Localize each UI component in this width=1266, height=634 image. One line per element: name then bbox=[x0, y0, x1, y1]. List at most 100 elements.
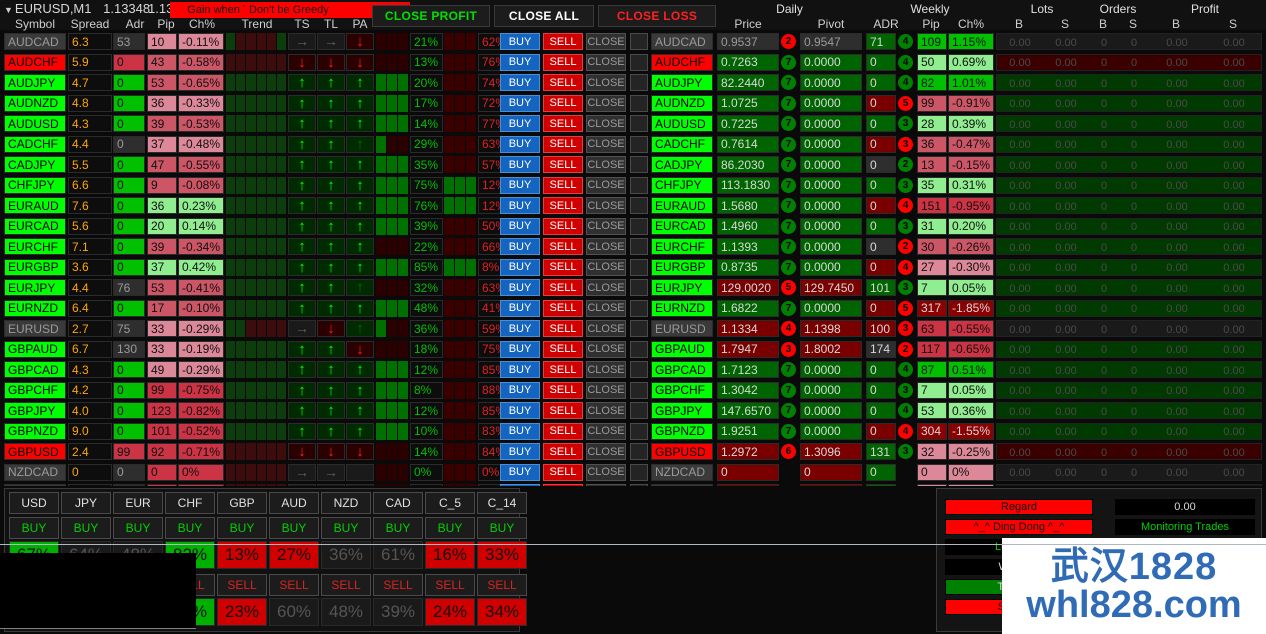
close-button[interactable]: CLOSE bbox=[586, 258, 626, 276]
symbol-cell[interactable]: EURCAD bbox=[4, 217, 66, 235]
currency-sell-button[interactable]: SELL bbox=[217, 574, 267, 596]
buy-button[interactable]: BUY bbox=[500, 422, 540, 440]
currency-button-gbp[interactable]: GBP bbox=[217, 492, 267, 514]
sell-button[interactable]: SELL bbox=[543, 258, 583, 276]
sell-button[interactable]: SELL bbox=[543, 176, 583, 194]
row-select-box[interactable] bbox=[630, 279, 648, 296]
buy-button[interactable]: BUY bbox=[500, 279, 540, 296]
sell-button[interactable]: SELL bbox=[543, 135, 583, 153]
buy-button[interactable]: BUY bbox=[500, 197, 540, 214]
sell-button[interactable]: SELL bbox=[543, 320, 583, 337]
row-select-box[interactable] bbox=[630, 443, 648, 460]
close-button[interactable]: CLOSE bbox=[586, 340, 626, 358]
symbol-cell[interactable]: CHFJPY bbox=[4, 176, 66, 194]
currency-button-jpy[interactable]: JPY bbox=[61, 492, 111, 514]
sell-button[interactable]: SELL bbox=[543, 463, 583, 481]
sell-button[interactable]: SELL bbox=[543, 74, 583, 91]
row-select-box[interactable] bbox=[630, 156, 648, 173]
symbol-cell[interactable]: GBPJPY bbox=[4, 402, 66, 419]
close-button[interactable]: CLOSE bbox=[586, 53, 626, 71]
close-button[interactable]: CLOSE bbox=[586, 402, 626, 419]
buy-button[interactable]: BUY bbox=[500, 361, 540, 378]
row-select-box[interactable] bbox=[630, 33, 648, 50]
close-button[interactable]: CLOSE bbox=[586, 197, 626, 214]
sell-button[interactable]: SELL bbox=[543, 238, 583, 255]
close-button[interactable]: CLOSE bbox=[586, 279, 626, 296]
symbol-cell[interactable]: EURCHF bbox=[4, 238, 66, 255]
symbol-cell-daily[interactable]: CADCHF bbox=[651, 135, 713, 153]
row-select-box[interactable] bbox=[630, 53, 648, 71]
symbol-cell-daily[interactable]: EURCAD bbox=[651, 217, 713, 235]
row-select-box[interactable] bbox=[630, 320, 648, 337]
row-select-box[interactable] bbox=[630, 258, 648, 276]
buy-button[interactable]: BUY bbox=[500, 217, 540, 235]
currency-buy-button[interactable]: BUY bbox=[477, 517, 527, 539]
buy-button[interactable]: BUY bbox=[500, 258, 540, 276]
sell-button[interactable]: SELL bbox=[543, 197, 583, 214]
row-select-box[interactable] bbox=[630, 217, 648, 235]
currency-sell-button[interactable]: SELL bbox=[373, 574, 423, 596]
close-button[interactable]: CLOSE bbox=[586, 463, 626, 481]
sell-button[interactable]: SELL bbox=[543, 422, 583, 440]
close-button[interactable]: CLOSE bbox=[586, 299, 626, 317]
buy-button[interactable]: BUY bbox=[500, 238, 540, 255]
row-select-box[interactable] bbox=[630, 197, 648, 214]
currency-buy-button[interactable]: BUY bbox=[321, 517, 371, 539]
symbol-cell[interactable]: AUDJPY bbox=[4, 74, 66, 91]
currency-button-cad[interactable]: CAD bbox=[373, 492, 423, 514]
symbol-cell-daily[interactable]: EURAUD bbox=[651, 197, 713, 214]
symbol-cell-daily[interactable]: GBPNZD bbox=[651, 422, 713, 440]
buy-button[interactable]: BUY bbox=[500, 115, 540, 132]
row-select-box[interactable] bbox=[630, 94, 648, 112]
currency-buy-button[interactable]: BUY bbox=[165, 517, 215, 539]
symbol-cell[interactable]: GBPAUD bbox=[4, 340, 66, 358]
row-select-box[interactable] bbox=[630, 176, 648, 194]
symbol-cell[interactable]: EURUSD bbox=[4, 320, 66, 337]
buy-button[interactable]: BUY bbox=[500, 402, 540, 419]
row-select-box[interactable] bbox=[630, 135, 648, 153]
close-button[interactable]: CLOSE bbox=[586, 94, 626, 112]
buy-button[interactable]: BUY bbox=[500, 94, 540, 112]
close-button[interactable]: CLOSE bbox=[586, 361, 626, 378]
close-loss-button[interactable]: CLOSE LOSS bbox=[598, 5, 716, 27]
close-button[interactable]: CLOSE bbox=[586, 443, 626, 460]
regard-button[interactable]: Regard bbox=[945, 499, 1093, 515]
buy-button[interactable]: BUY bbox=[500, 443, 540, 460]
symbol-cell-daily[interactable]: AUDUSD bbox=[651, 115, 713, 132]
currency-button-nzd[interactable]: NZD bbox=[321, 492, 371, 514]
close-button[interactable]: CLOSE bbox=[586, 217, 626, 235]
close-button[interactable]: CLOSE bbox=[586, 238, 626, 255]
symbol-cell-daily[interactable]: GBPJPY bbox=[651, 402, 713, 419]
symbol-cell[interactable]: NZDCAD bbox=[4, 463, 66, 481]
symbol-cell[interactable]: EURGBP bbox=[4, 258, 66, 276]
symbol-cell[interactable]: EURAUD bbox=[4, 197, 66, 214]
row-select-box[interactable] bbox=[630, 299, 648, 317]
currency-sell-button[interactable]: SELL bbox=[477, 574, 527, 596]
buy-button[interactable]: BUY bbox=[500, 53, 540, 71]
symbol-cell-daily[interactable]: AUDNZD bbox=[651, 94, 713, 112]
close-button[interactable]: CLOSE bbox=[586, 320, 626, 337]
symbol-cell-daily[interactable]: CADJPY bbox=[651, 156, 713, 173]
buy-button[interactable]: BUY bbox=[500, 176, 540, 194]
symbol-cell-daily[interactable]: EURCHF bbox=[651, 238, 713, 255]
buy-button[interactable]: BUY bbox=[500, 74, 540, 91]
symbol-cell[interactable]: GBPCAD bbox=[4, 361, 66, 378]
close-button[interactable]: CLOSE bbox=[586, 176, 626, 194]
symbol-cell-daily[interactable]: EURNZD bbox=[651, 299, 713, 317]
symbol-cell[interactable]: AUDNZD bbox=[4, 94, 66, 112]
currency-button-aud[interactable]: AUD bbox=[269, 492, 319, 514]
symbol-cell[interactable]: EURNZD bbox=[4, 299, 66, 317]
currency-buy-button[interactable]: BUY bbox=[113, 517, 163, 539]
row-select-box[interactable] bbox=[630, 115, 648, 132]
symbol-cell[interactable]: CADJPY bbox=[4, 156, 66, 173]
symbol-cell[interactable]: EURJPY bbox=[4, 279, 66, 296]
symbol-cell-daily[interactable]: CHFJPY bbox=[651, 176, 713, 194]
row-select-box[interactable] bbox=[630, 463, 648, 481]
close-button[interactable]: CLOSE bbox=[586, 74, 626, 91]
close-button[interactable]: CLOSE bbox=[586, 156, 626, 173]
sell-button[interactable]: SELL bbox=[543, 402, 583, 419]
close-button[interactable]: CLOSE bbox=[586, 33, 626, 50]
currency-sell-button[interactable]: SELL bbox=[425, 574, 475, 596]
sell-button[interactable]: SELL bbox=[543, 279, 583, 296]
row-select-box[interactable] bbox=[630, 74, 648, 91]
